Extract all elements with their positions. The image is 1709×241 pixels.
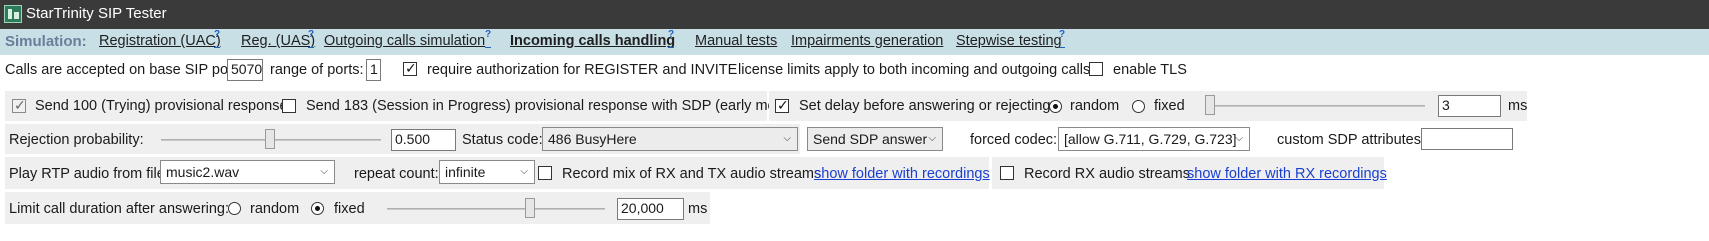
base-port-label: Calls are accepted on base SIP port: — [5, 62, 241, 78]
app-logo-icon — [4, 5, 22, 23]
duration-unit: ms — [688, 201, 708, 217]
help-underline — [308, 47, 314, 48]
delay-random-radio[interactable] — [1049, 100, 1062, 113]
send-100-label: Send 100 (Trying) provisional response — [35, 98, 288, 114]
show-rx-recordings-folder-link[interactable]: show folder with RX recordings — [1187, 166, 1387, 182]
duration-random-label: random — [250, 201, 300, 217]
tab-reg-uas[interactable]: Reg. (UAS) — [241, 33, 315, 49]
rejection-panel: Rejection probability: 0.500 Status code… — [5, 124, 800, 154]
require-auth-label: require authorization for REGISTER and I… — [427, 62, 738, 78]
duration-slider-thumb[interactable] — [525, 198, 535, 218]
help-icon[interactable]: ? — [1059, 29, 1065, 40]
status-code-select[interactable]: 486 BusyHere ⌵ — [542, 127, 798, 151]
delay-value-input[interactable]: 3 — [1438, 95, 1501, 117]
forced-codec-label: forced codec: — [970, 132, 1058, 148]
send-183-label: Send 183 (Session in Progress) provision… — [306, 98, 800, 114]
help-icon[interactable]: ? — [308, 29, 314, 40]
custom-sdp-label: custom SDP attributes: — [1277, 132, 1426, 148]
help-icon[interactable]: ? — [485, 29, 491, 40]
help-underline — [1059, 47, 1065, 48]
delay-slider-thumb[interactable] — [1205, 95, 1215, 115]
title-bar: StarTrinity SIP Tester — [0, 0, 1709, 29]
forced-codec-value: [allow G.711, G.729, G.723] — [1064, 131, 1237, 147]
send-183-checkbox[interactable] — [282, 99, 296, 113]
status-code-label: Status code: — [462, 132, 543, 148]
range-label: range of ports: — [270, 62, 364, 78]
audio-file-value: music2.wav — [166, 164, 240, 180]
chevron-down-icon: ⌵ — [928, 133, 936, 144]
license-note: license limits apply to both incoming an… — [738, 62, 1091, 78]
repeat-count-value: infinite — [445, 164, 486, 180]
repeat-count-label: repeat count: — [354, 166, 439, 182]
repeat-count-select[interactable]: infinite ⌵ — [439, 160, 535, 184]
range-input[interactable]: 1 — [366, 59, 381, 81]
duration-value-input[interactable]: 20,000 — [617, 198, 684, 220]
rejection-probability-input[interactable]: 0.500 — [391, 129, 456, 151]
show-recordings-folder-link[interactable]: show folder with recordings — [814, 166, 990, 182]
set-delay-checkbox[interactable] — [775, 97, 789, 114]
duration-fixed-label: fixed — [334, 201, 365, 217]
record-mix-checkbox[interactable] — [538, 166, 552, 180]
base-port-input[interactable]: 5070 — [227, 59, 263, 81]
rejection-probability-label: Rejection probability: — [9, 132, 144, 148]
tab-incoming-calls-handling[interactable]: Incoming calls handling — [510, 33, 675, 49]
help-icon[interactable]: ? — [668, 29, 674, 40]
tab-stepwise-testing[interactable]: Stepwise testing — [956, 33, 1062, 49]
send-100-checkbox[interactable] — [12, 97, 26, 114]
delay-unit: ms — [1508, 98, 1528, 114]
simulation-nav: Simulation: Registration (UAC) ? Reg. (U… — [0, 29, 1709, 55]
duration-random-radio[interactable] — [228, 202, 241, 215]
enable-tls-checkbox[interactable] — [1089, 62, 1103, 76]
chevron-down-icon: ⌵ — [520, 166, 528, 177]
help-icon[interactable]: ? — [214, 29, 220, 40]
rx-recording-panel: Record RX audio streams show folder with… — [992, 157, 1387, 189]
answer-delay-panel: Set delay before answering or rejecting … — [769, 91, 1527, 121]
delay-random-label: random — [1070, 98, 1120, 114]
duration-slider-track[interactable] — [387, 208, 605, 210]
custom-sdp-input[interactable] — [1421, 128, 1513, 150]
call-duration-panel: Limit call duration after answering: ran… — [5, 192, 710, 224]
window-title: StarTrinity SIP Tester — [26, 5, 167, 22]
delay-fixed-radio[interactable] — [1132, 100, 1145, 113]
delay-fixed-label: fixed — [1154, 98, 1185, 114]
tab-registration-uac[interactable]: Registration (UAC) — [99, 33, 221, 49]
nav-label: Simulation: — [5, 33, 87, 50]
duration-fixed-radio[interactable] — [311, 202, 324, 215]
record-rx-checkbox[interactable] — [1000, 166, 1014, 180]
record-mix-label: Record mix of RX and TX audio streams — [562, 166, 822, 182]
delay-slider-track[interactable] — [1205, 105, 1425, 107]
rtp-audio-panel: Play RTP audio from file: music2.wav ⌵ r… — [5, 157, 990, 189]
forced-codec-select[interactable]: [allow G.711, G.729, G.723] ⌵ — [1058, 127, 1250, 151]
limit-duration-label: Limit call duration after answering: — [9, 201, 230, 217]
chevron-down-icon: ⌵ — [783, 133, 791, 144]
record-rx-label: Record RX audio streams — [1024, 166, 1191, 182]
provisional-response-panel: Send 100 (Trying) provisional response S… — [5, 91, 800, 121]
play-rtp-label: Play RTP audio from file: — [9, 166, 169, 182]
chevron-down-icon: ⌵ — [320, 166, 328, 177]
send-sdp-answer-select[interactable]: Send SDP answer ⌵ — [807, 127, 943, 151]
help-underline — [668, 47, 674, 48]
send-sdp-answer-label: Send SDP answer — [813, 131, 928, 147]
require-auth-checkbox[interactable] — [403, 60, 417, 77]
audio-file-select[interactable]: music2.wav ⌵ — [160, 160, 335, 184]
tab-outgoing-calls-simulation[interactable]: Outgoing calls simulation — [324, 33, 485, 49]
help-underline — [485, 47, 491, 48]
status-code-value: 486 BusyHere — [548, 131, 637, 147]
set-delay-label: Set delay before answering or rejecting — [799, 98, 1051, 114]
rejection-slider-thumb[interactable] — [265, 129, 275, 149]
tab-impairments-generation[interactable]: Impairments generation — [791, 33, 943, 49]
enable-tls-label: enable TLS — [1113, 62, 1187, 78]
chevron-down-icon: ⌵ — [1235, 133, 1243, 144]
help-underline — [214, 47, 220, 48]
tab-manual-tests[interactable]: Manual tests — [695, 33, 777, 49]
